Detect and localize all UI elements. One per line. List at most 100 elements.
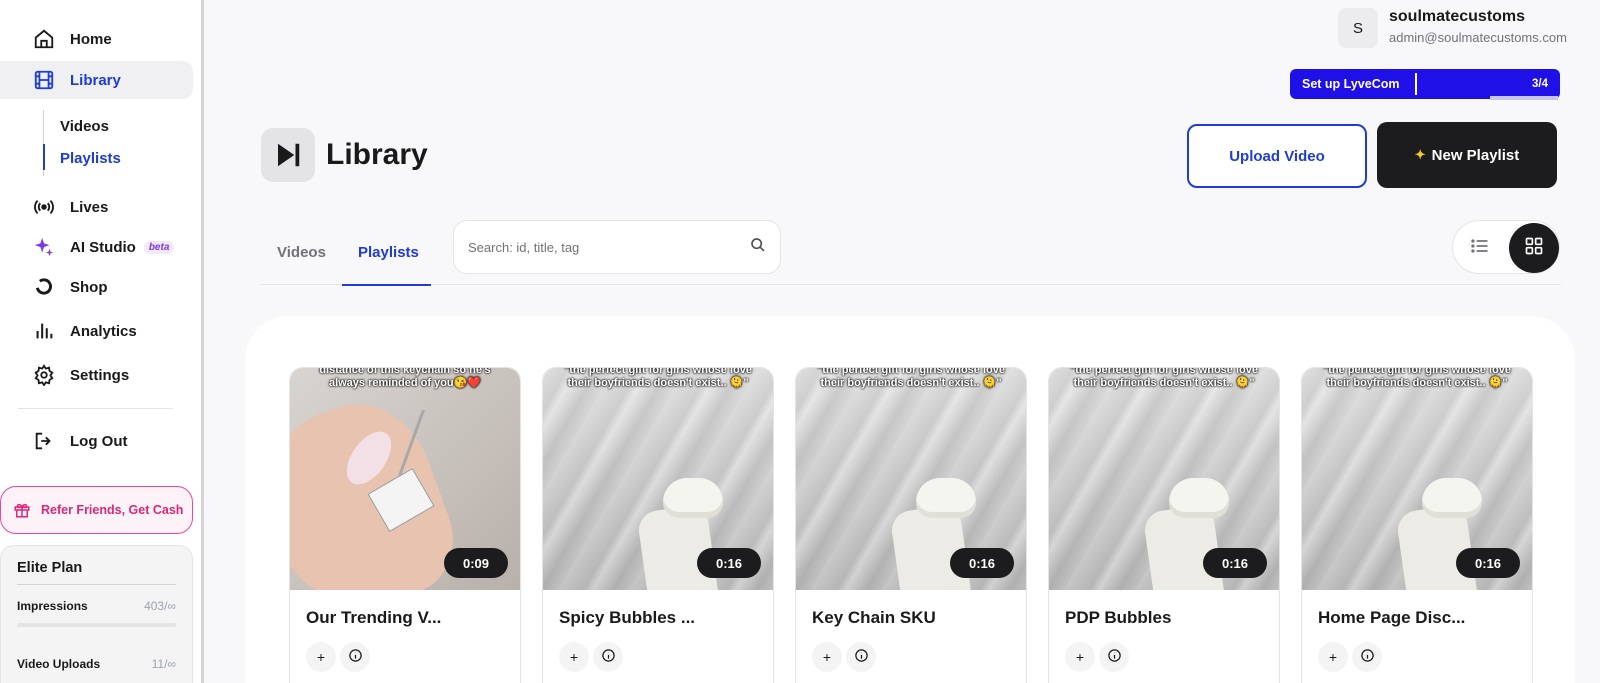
subnav-videos[interactable]: Videos xyxy=(60,118,109,135)
nav-settings-label: Settings xyxy=(70,366,130,384)
nav-ai-studio-label: AI Studio xyxy=(70,238,136,256)
logout-icon xyxy=(32,429,56,453)
library-subnav: Videos Playlists xyxy=(43,110,193,176)
setup-progress-bar xyxy=(1490,96,1558,100)
info-button[interactable] xyxy=(1352,642,1382,672)
home-icon xyxy=(32,27,56,51)
info-icon xyxy=(1360,648,1375,666)
playlist-thumbnail[interactable]: "the perfect gift for girls whose love t… xyxy=(1049,368,1279,590)
playlist-title[interactable]: Key Chain SKU xyxy=(812,608,936,628)
shop-logo-icon xyxy=(32,275,56,299)
thumbnail-caption: "the perfect gift for girls whose love t… xyxy=(817,368,1005,389)
gear-icon xyxy=(32,363,56,387)
beta-badge: beta xyxy=(143,240,175,254)
subnav-playlists[interactable]: Playlists xyxy=(60,150,121,167)
playlist-thumbnail[interactable]: "the perfect gift for girls whose love t… xyxy=(543,368,773,590)
nav-lives[interactable]: Lives xyxy=(0,188,193,226)
playlist-title[interactable]: Home Page Disc... xyxy=(1318,608,1465,628)
impressions-value: 403/∞ xyxy=(144,599,176,613)
user-email: admin@soulmatecustoms.com xyxy=(1389,30,1567,45)
upload-video-button[interactable]: Upload Video xyxy=(1187,124,1367,188)
plus-icon: + xyxy=(1075,649,1085,665)
thumbnail-caption: "the perfect gift for girls whose love t… xyxy=(564,368,752,389)
tab-playlists[interactable]: Playlists xyxy=(358,244,419,261)
setup-divider xyxy=(1415,73,1417,95)
grid-view-button[interactable] xyxy=(1509,223,1559,273)
plus-icon: + xyxy=(822,649,832,665)
playlist-title[interactable]: PDP Bubbles xyxy=(1065,608,1171,628)
setup-banner[interactable]: Set up LyveCom 3/4 xyxy=(1290,69,1560,99)
duration-badge: 0:16 xyxy=(697,548,761,578)
nav-ai-studio[interactable]: AI Studio beta xyxy=(0,228,193,266)
impressions-bar xyxy=(17,623,176,627)
nav-shop-label: Shop xyxy=(70,278,108,296)
info-icon xyxy=(1107,648,1122,666)
nav-home[interactable]: Home xyxy=(0,20,193,58)
playlist-card[interactable]: "the perfect gift for girls whose love t… xyxy=(1048,367,1280,683)
nav-analytics-label: Analytics xyxy=(70,322,137,340)
nav-library[interactable]: Library xyxy=(0,61,193,99)
list-view-button[interactable] xyxy=(1463,231,1497,265)
thumbnail-caption: "the perfect gift for girls whose love t… xyxy=(1070,368,1258,389)
nav-logout-label: Log Out xyxy=(70,432,128,450)
info-icon xyxy=(854,648,869,666)
duration-badge: 0:16 xyxy=(1456,548,1520,578)
info-icon xyxy=(601,648,616,666)
sparkles-icon xyxy=(32,235,56,259)
add-button[interactable]: + xyxy=(306,642,336,672)
add-button[interactable]: + xyxy=(1318,642,1348,672)
tab-active-underline xyxy=(342,284,431,286)
sub-active-indicator xyxy=(43,144,45,170)
playlist-thumbnail[interactable]: distance of this keychain so he's always… xyxy=(290,368,520,590)
impressions-label: Impressions xyxy=(17,599,88,613)
info-button[interactable] xyxy=(846,642,876,672)
info-button[interactable] xyxy=(593,642,623,672)
playlist-title[interactable]: Our Trending V... xyxy=(306,608,441,628)
avatar[interactable]: S xyxy=(1338,8,1378,48)
broadcast-icon xyxy=(32,195,56,219)
nav-logout[interactable]: Log Out xyxy=(0,422,193,460)
plus-icon: + xyxy=(569,649,579,665)
nav-library-label: Library xyxy=(70,71,121,89)
playlist-card[interactable]: "the perfect gift for girls whose love t… xyxy=(795,367,1027,683)
search-icon[interactable] xyxy=(750,237,766,258)
add-button[interactable]: + xyxy=(559,642,589,672)
library-play-icon xyxy=(261,128,315,182)
bar-chart-icon xyxy=(32,319,56,343)
plan-title: Elite Plan xyxy=(17,560,176,585)
add-button[interactable]: + xyxy=(812,642,842,672)
info-button[interactable] xyxy=(1099,642,1129,672)
setup-label: Set up LyveCom xyxy=(1302,77,1400,91)
info-button[interactable] xyxy=(340,642,370,672)
page-title: Library xyxy=(326,138,428,171)
playlist-thumbnail[interactable]: "the perfect gift for girls whose love t… xyxy=(796,368,1026,590)
search-input[interactable] xyxy=(468,239,750,255)
playlist-thumbnail[interactable]: "the perfect gift for girls whose love t… xyxy=(1302,368,1532,590)
playlist-title[interactable]: Spicy Bubbles ... xyxy=(559,608,695,628)
plus-icon: + xyxy=(1328,649,1338,665)
new-playlist-label: New Playlist xyxy=(1431,146,1520,164)
gift-icon xyxy=(13,501,31,519)
nav-shop[interactable]: Shop xyxy=(0,268,193,306)
sidebar: Home Library Videos Playlists Lives AI S… xyxy=(0,0,204,683)
add-button[interactable]: + xyxy=(1065,642,1095,672)
uploads-value: 11/∞ xyxy=(151,657,176,671)
refer-label: Refer Friends, Get Cash xyxy=(41,503,184,517)
info-icon xyxy=(348,648,363,666)
playlist-card[interactable]: distance of this keychain so he's always… xyxy=(289,367,521,683)
sparkle-icon: ✦ xyxy=(1414,147,1426,162)
uploads-row: Video Uploads 11/∞ xyxy=(17,657,176,671)
plan-card: Elite Plan Impressions 403/∞ Video Uploa… xyxy=(0,545,193,683)
tab-videos[interactable]: Videos xyxy=(277,244,326,261)
duration-badge: 0:16 xyxy=(1203,548,1267,578)
search-box xyxy=(453,220,781,274)
new-playlist-button[interactable]: ✦ New Playlist xyxy=(1377,122,1557,188)
nav-home-label: Home xyxy=(70,30,112,48)
refer-friends-button[interactable]: Refer Friends, Get Cash xyxy=(0,486,193,534)
setup-progress: 3/4 xyxy=(1532,78,1548,90)
uploads-label: Video Uploads xyxy=(17,657,101,671)
nav-settings[interactable]: Settings xyxy=(0,356,193,394)
playlist-card[interactable]: "the perfect gift for girls whose love t… xyxy=(1301,367,1533,683)
nav-analytics[interactable]: Analytics xyxy=(0,312,193,350)
playlist-card[interactable]: "the perfect gift for girls whose love t… xyxy=(542,367,774,683)
